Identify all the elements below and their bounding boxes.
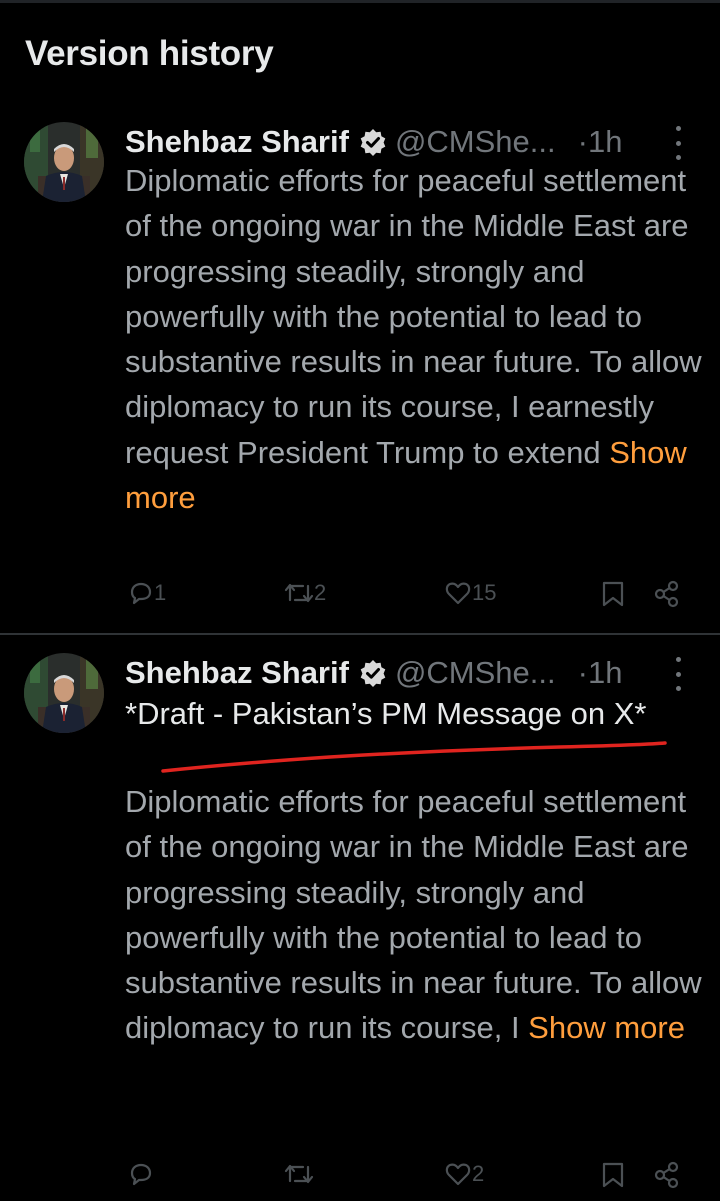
- post-body: Diplomatic efforts for peaceful settleme…: [125, 784, 702, 1046]
- like-button[interactable]: 15: [444, 580, 496, 606]
- post-actions: 1 2 15: [0, 580, 720, 620]
- more-options-icon[interactable]: [668, 126, 688, 160]
- author-handle[interactable]: @CMShe...: [395, 655, 556, 691]
- author-handle[interactable]: @CMShe...: [395, 124, 556, 160]
- reply-icon: [128, 1161, 154, 1187]
- bookmark-button[interactable]: [601, 580, 625, 608]
- post-divider: [0, 633, 720, 635]
- share-icon: [653, 580, 681, 608]
- bookmark-icon: [601, 1161, 625, 1189]
- post-header: Shehbaz Sharif @CMShe... · 1h: [125, 653, 690, 693]
- share-button[interactable]: [653, 580, 681, 608]
- author-name[interactable]: Shehbaz Sharif: [125, 124, 349, 160]
- share-button[interactable]: [653, 1161, 681, 1189]
- reply-icon: [128, 580, 154, 606]
- share-icon: [653, 1161, 681, 1189]
- post-text: Diplomatic efforts for peaceful settleme…: [125, 779, 710, 1051]
- more-options-icon[interactable]: [668, 657, 688, 691]
- like-button[interactable]: 2: [444, 1161, 484, 1187]
- avatar[interactable]: [24, 653, 104, 733]
- separator-dot: ·: [577, 655, 588, 690]
- like-icon: [444, 580, 472, 606]
- reply-button[interactable]: 1: [128, 580, 166, 606]
- draft-heading: *Draft - Pakistan’s PM Message on X*: [125, 696, 647, 731]
- repost-button[interactable]: 2: [284, 580, 326, 606]
- reply-button[interactable]: [128, 1161, 154, 1187]
- post-header: Shehbaz Sharif @CMShe... · 1h: [125, 122, 690, 162]
- red-underline-annotation: [161, 741, 667, 773]
- bookmark-button[interactable]: [601, 1161, 625, 1189]
- post-actions: 2: [0, 1161, 720, 1201]
- post-time[interactable]: 1h: [588, 655, 622, 691]
- post-time[interactable]: 1h: [588, 124, 622, 160]
- like-count: 15: [472, 580, 497, 605]
- reply-count: 1: [154, 580, 167, 605]
- page-title: Version history: [25, 34, 274, 73]
- like-count: 2: [472, 1161, 485, 1186]
- top-divider: [0, 0, 720, 3]
- like-icon: [444, 1161, 472, 1187]
- author-name[interactable]: Shehbaz Sharif: [125, 655, 349, 691]
- post-body: Diplomatic efforts for peaceful settleme…: [125, 163, 702, 470]
- repost-icon: [284, 1161, 314, 1187]
- verified-badge-icon: [359, 659, 387, 687]
- separator-dot: ·: [577, 124, 588, 159]
- show-more-link[interactable]: Show more: [528, 1010, 685, 1045]
- post-text: Diplomatic efforts for peaceful settleme…: [125, 158, 710, 520]
- repost-icon: [284, 580, 314, 606]
- verified-badge-icon: [359, 128, 387, 156]
- bookmark-icon: [601, 580, 625, 608]
- avatar[interactable]: [24, 122, 104, 202]
- repost-count: 2: [314, 580, 327, 605]
- repost-button[interactable]: [284, 1161, 314, 1187]
